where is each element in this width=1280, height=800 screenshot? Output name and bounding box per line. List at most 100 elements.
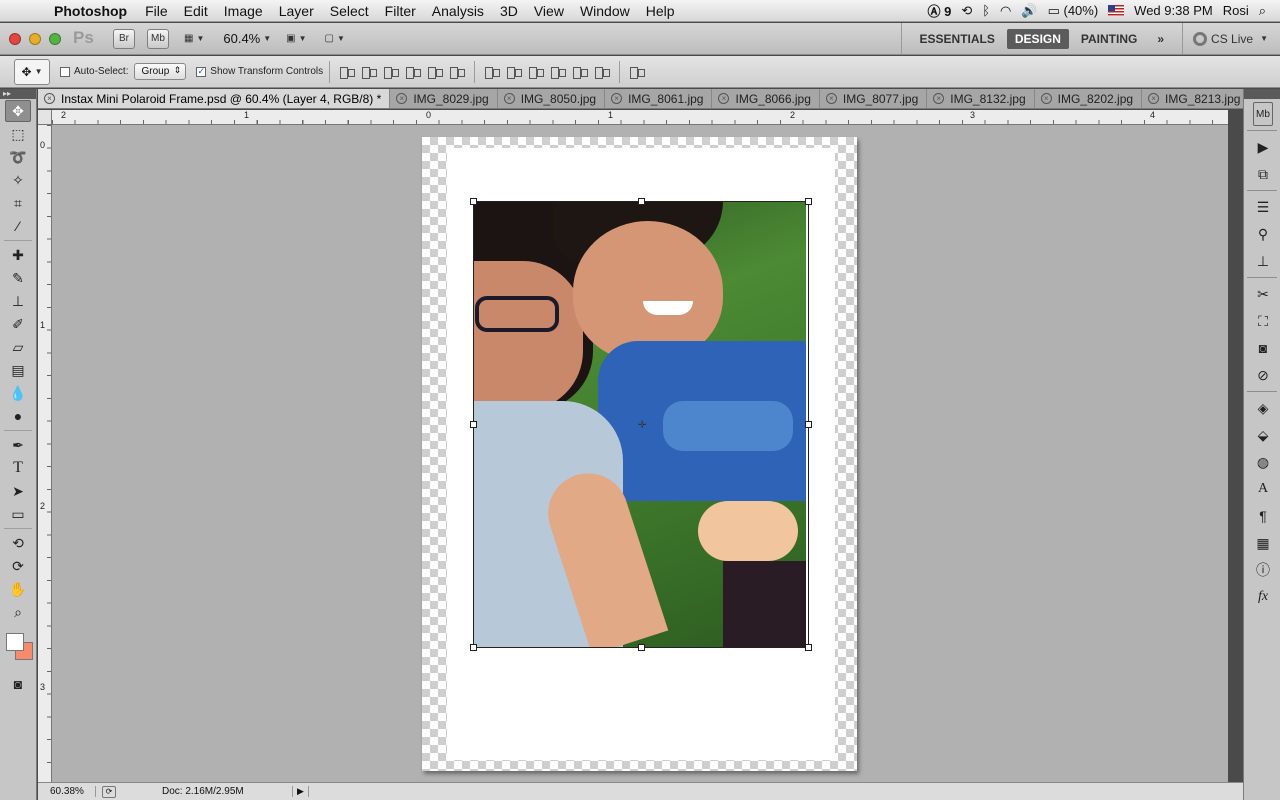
canvas-area[interactable]: ✛ <box>52 125 1228 782</box>
close-tab-icon[interactable]: × <box>503 93 515 104</box>
paragraph-panel-icon[interactable]: ¶ <box>1250 504 1276 528</box>
close-tab-icon[interactable]: × <box>933 93 945 104</box>
zoom-tool-icon[interactable]: ⌕ <box>5 601 31 623</box>
eraser-tool-icon[interactable]: ▱ <box>5 336 31 358</box>
tool-presets-panel-icon[interactable]: ✂ <box>1250 282 1276 306</box>
auto-select-box[interactable] <box>60 66 70 77</box>
healing-brush-tool-icon[interactable]: ✚ <box>5 244 31 266</box>
status-info-icon[interactable]: ⟳ <box>102 785 116 798</box>
distribute-top-icon[interactable] <box>483 65 501 79</box>
3d-panel-icon[interactable]: ◙ <box>1250 336 1276 360</box>
transform-reference-point-icon[interactable]: ✛ <box>638 420 646 431</box>
screen-mode-button[interactable]: ▢ ▼ <box>322 29 348 49</box>
pen-tool-icon[interactable]: ✒ <box>5 434 31 456</box>
transform-handle-bottom[interactable] <box>638 644 645 651</box>
close-tab-icon[interactable]: × <box>718 93 730 104</box>
wifi-icon[interactable]: ◠ <box>1000 3 1011 19</box>
time-machine-icon[interactable]: ⟲ <box>961 3 972 19</box>
history-brush-tool-icon[interactable]: ✐ <box>5 313 31 335</box>
menu-filter[interactable]: Filter <box>377 3 424 19</box>
status-menu-arrow-icon[interactable]: ▶ <box>292 786 309 797</box>
app-name-menu[interactable]: Photoshop <box>44 3 137 19</box>
tab-document[interactable]: × IMG_8213.jpg <box>1142 89 1243 108</box>
close-tab-icon[interactable]: × <box>825 93 837 104</box>
transform-handle-top[interactable] <box>638 198 645 205</box>
transform-handle-bottom-left[interactable] <box>470 644 477 651</box>
battery-icon[interactable]: ▭ (40%) <box>1048 3 1099 19</box>
more-workspaces-button[interactable]: » <box>1149 29 1172 49</box>
tab-document[interactable]: × IMG_8029.jpg <box>390 89 498 108</box>
menu-image[interactable]: Image <box>216 3 271 19</box>
channels-panel-icon[interactable]: ⬙ <box>1250 423 1276 447</box>
ruler-origin[interactable] <box>38 110 52 125</box>
us-flag-input-icon[interactable] <box>1108 5 1125 16</box>
distribute-vertical-centers-icon[interactable] <box>505 65 523 79</box>
distribute-horizontal-centers-icon[interactable] <box>571 65 589 79</box>
mini-bridge-panel-icon[interactable]: Mb <box>1253 102 1273 126</box>
transform-handle-top-left[interactable] <box>470 198 477 205</box>
distribute-left-icon[interactable] <box>549 65 567 79</box>
tab-document[interactable]: × IMG_8050.jpg <box>498 89 606 108</box>
distribute-right-icon[interactable] <box>593 65 611 79</box>
bluetooth-icon[interactable]: ᛒ <box>982 3 990 18</box>
align-right-icon[interactable] <box>448 65 466 79</box>
menu-layer[interactable]: Layer <box>271 3 322 19</box>
navigator-panel-icon[interactable]: ⊘ <box>1250 363 1276 387</box>
auto-select-dropdown[interactable]: Group <box>134 63 187 80</box>
tab-document-active[interactable]: × Instax Mini Polaroid Frame.psd @ 60.4%… <box>38 89 391 108</box>
crop-tool-icon[interactable]: ⌗ <box>5 192 31 214</box>
menu-analysis[interactable]: Analysis <box>424 3 492 19</box>
bridge-button[interactable]: Br <box>113 28 135 49</box>
tab-document[interactable]: × IMG_8061.jpg <box>605 89 713 108</box>
close-tab-icon[interactable]: × <box>1040 93 1052 104</box>
quick-selection-tool-icon[interactable]: ✧ <box>5 169 31 191</box>
tab-document[interactable]: × IMG_8202.jpg <box>1035 89 1143 108</box>
workspace-design[interactable]: DESIGN <box>1006 28 1069 49</box>
blur-tool-icon[interactable]: 💧 <box>5 382 31 404</box>
distribute-bottom-icon[interactable] <box>527 65 545 79</box>
adjustments-panel-icon[interactable]: ☰ <box>1250 195 1276 219</box>
status-zoom-field[interactable]: 60.38% <box>38 786 96 797</box>
styles-panel-icon[interactable]: ◍ <box>1250 450 1276 474</box>
clone-source-panel-icon[interactable]: ⊥ <box>1250 249 1276 273</box>
show-transform-box[interactable]: ✓ <box>196 66 207 77</box>
transform-handle-bottom-right[interactable] <box>805 644 812 651</box>
arrange-documents-button[interactable]: ▣ ▼ <box>283 29 309 49</box>
mini-bridge-button[interactable]: Mb <box>147 28 169 49</box>
auto-select-checkbox[interactable]: Auto-Select: <box>60 66 128 77</box>
transform-handle-left[interactable] <box>470 421 477 428</box>
align-top-icon[interactable] <box>338 65 356 79</box>
rectangle-tool-icon[interactable]: ▭ <box>5 503 31 525</box>
masks-panel-icon[interactable]: ⛶ <box>1250 309 1276 333</box>
clone-stamp-tool-icon[interactable]: ⊥ <box>5 290 31 312</box>
zoom-window-button[interactable] <box>49 32 61 45</box>
workspace-essentials[interactable]: ESSENTIALS <box>912 29 1003 49</box>
spotlight-search-icon[interactable]: ⌕ <box>1259 3 1266 19</box>
quick-mask-icon[interactable]: ◙ <box>5 673 31 695</box>
brush-tool-icon[interactable]: ✎ <box>5 267 31 289</box>
menu-window[interactable]: Window <box>572 3 638 19</box>
zoom-level-menu[interactable]: 60.4% ▼ <box>223 31 271 46</box>
foreground-color-swatch[interactable] <box>6 633 24 651</box>
dodge-tool-icon[interactable]: ● <box>5 405 31 427</box>
character-panel-icon[interactable]: A <box>1250 477 1276 501</box>
layers-panel-icon[interactable]: ◈ <box>1250 396 1276 420</box>
volume-icon[interactable]: 🔊 <box>1021 3 1037 19</box>
view-extras-button[interactable]: ▦ ▼ <box>181 29 207 49</box>
info-panel-icon[interactable]: ⓘ <box>1250 558 1276 582</box>
document-canvas[interactable]: ✛ <box>422 137 857 771</box>
lasso-tool-icon[interactable]: ➰ <box>5 146 31 168</box>
3d-orbit-tool-icon[interactable]: ⟳ <box>5 555 31 577</box>
close-tab-icon[interactable]: × <box>396 93 408 104</box>
tab-document[interactable]: × IMG_8077.jpg <box>820 89 928 108</box>
auto-align-layers-icon[interactable] <box>628 65 646 79</box>
actions-panel-icon[interactable]: ▶ <box>1250 135 1276 159</box>
menu-select[interactable]: Select <box>322 3 377 19</box>
clock[interactable]: Wed 9:38 PM <box>1134 3 1213 18</box>
vertical-ruler[interactable]: 0 1 2 3 <box>38 125 52 782</box>
history-panel-icon[interactable]: ⧉ <box>1250 162 1276 186</box>
transform-bounding-box[interactable]: ✛ <box>470 198 812 651</box>
menu-view[interactable]: View <box>526 3 572 19</box>
transform-handle-top-right[interactable] <box>805 198 812 205</box>
menu-3d[interactable]: 3D <box>492 3 526 19</box>
